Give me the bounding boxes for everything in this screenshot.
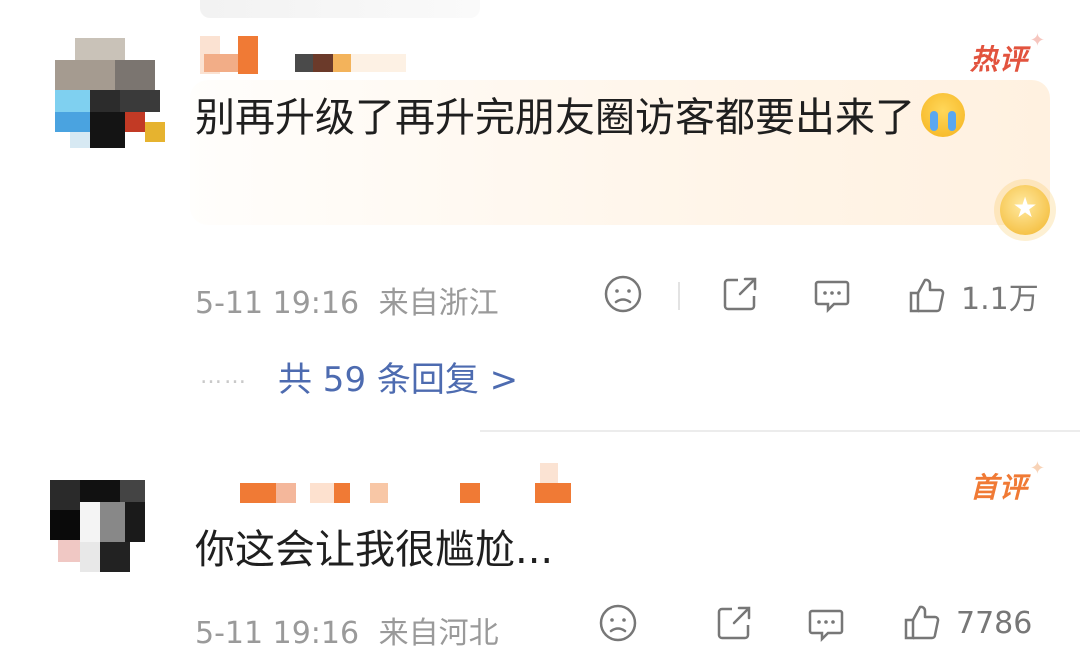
like-count: 1.1万 [961, 282, 1039, 317]
comment-time: 5-11 19:16 [195, 616, 360, 651]
comment-text: 别再升级了再升完朋友圈访客都要出来了 [195, 88, 1025, 148]
comment-icon [808, 609, 844, 643]
share-button[interactable] [720, 274, 760, 314]
username[interactable] [200, 463, 580, 513]
badge-wing-icon: ✦ [1029, 30, 1046, 51]
avatar[interactable] [50, 480, 160, 590]
view-replies-link[interactable]: 共 59 条回复 > [278, 352, 518, 401]
crying-face-icon [921, 93, 965, 137]
sad-face-icon [599, 604, 637, 642]
comment-icon [814, 280, 850, 314]
like-count: 7786 [956, 605, 1033, 641]
username[interactable] [200, 36, 420, 74]
avatar[interactable] [55, 38, 165, 148]
comment-location: 来自河北 [378, 616, 499, 651]
dislike-button[interactable] [598, 603, 638, 643]
like-button[interactable]: 7786 [902, 603, 1032, 643]
replies-row: …… 共 59 条回复 > [200, 352, 518, 401]
hot-comment-badge: 热评 ✦ [969, 30, 1046, 76]
comment-location: 来自浙江 [378, 286, 499, 321]
comment-button[interactable] [806, 603, 846, 643]
dislike-button[interactable] [603, 274, 643, 314]
share-icon [717, 606, 751, 640]
replies-dots: …… [200, 364, 248, 389]
comment-divider [480, 430, 1080, 432]
badge-wing-icon: ✦ [1029, 458, 1046, 479]
like-button[interactable]: 1.1万 [907, 274, 1039, 318]
comment-item: 热评 ✦ 别再升级了再升完朋友圈访客都要出来了 ★ 5-11 19:16 来自浙… [0, 0, 1080, 430]
comment-item: 首评 ✦ 你这会让我很尴尬... 5-11 19:16 来自河北 7786 [0, 430, 1080, 671]
action-divider [678, 282, 680, 310]
sad-face-icon [604, 275, 642, 313]
thumbs-up-icon [904, 605, 940, 640]
comment-meta: 5-11 19:16 来自浙江 [195, 278, 499, 322]
comment-time: 5-11 19:16 [195, 286, 360, 321]
comment-button[interactable] [812, 274, 852, 314]
comment-meta: 5-11 19:16 来自河北 [195, 608, 499, 652]
share-button[interactable] [714, 603, 754, 643]
thumbs-up-icon [909, 278, 945, 313]
comment-text: 你这会让我很尴尬... [195, 527, 554, 573]
share-icon [723, 277, 757, 311]
hot-medal-icon: ★ [1000, 185, 1050, 235]
first-comment-badge: 首评 ✦ [969, 458, 1046, 504]
